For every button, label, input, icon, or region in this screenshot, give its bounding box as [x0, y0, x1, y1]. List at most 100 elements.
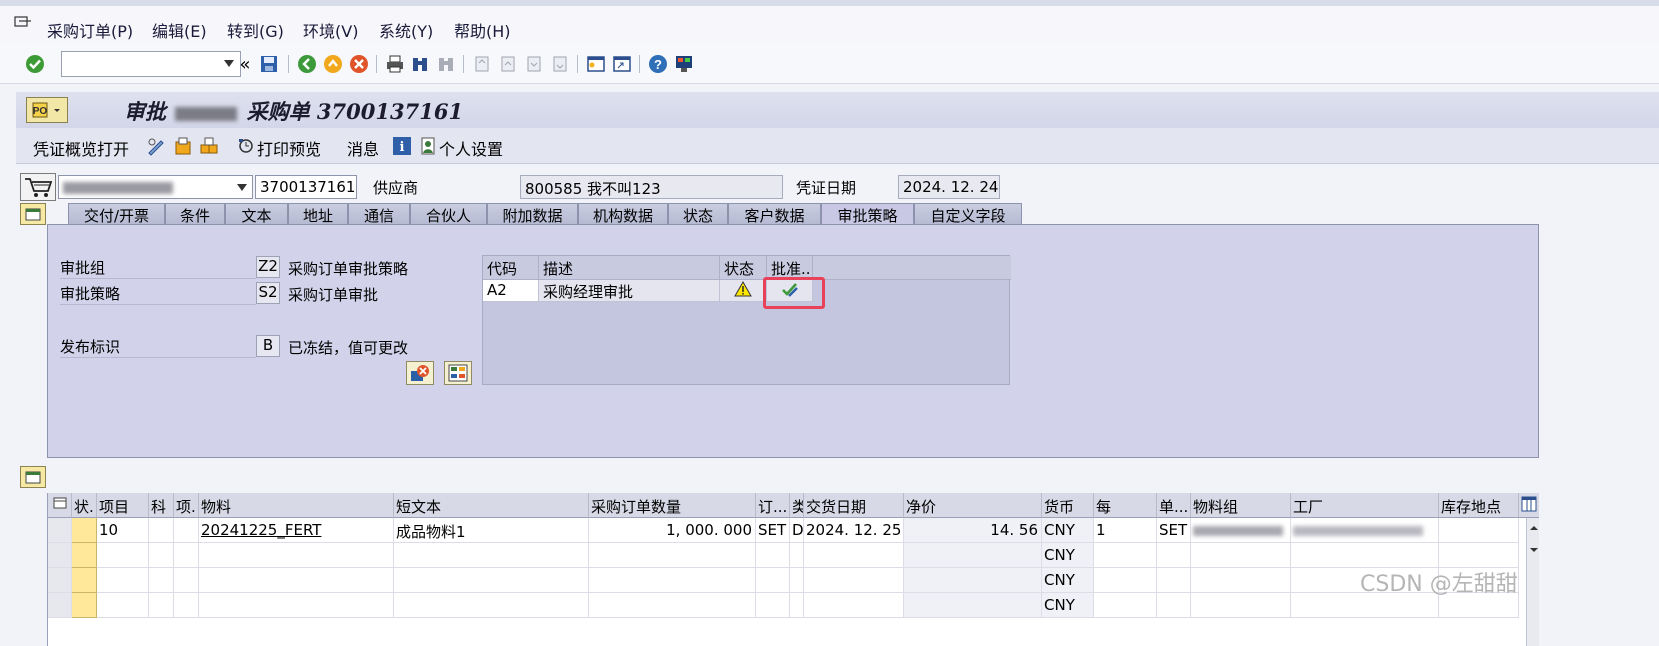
col-header-price-unit[interactable]: 单... — [1157, 493, 1191, 518]
tab-delivery-invoice[interactable]: 交付/开票 — [68, 203, 165, 225]
col-header-currency[interactable]: 货币 — [1042, 493, 1094, 518]
row-selector[interactable] — [48, 518, 72, 543]
menu-edit[interactable]: 编辑(E) — [152, 18, 207, 42]
tab-release-strategy[interactable]: 审批策略 — [821, 203, 914, 225]
find-icon[interactable] — [409, 53, 431, 75]
col-header-item[interactable]: 项目 — [97, 493, 149, 518]
col-header-net-price[interactable]: 净价 — [904, 493, 1042, 518]
currency-cell[interactable]: CNY — [1042, 518, 1094, 543]
help-icon[interactable]: ? — [647, 53, 669, 75]
tab-communication[interactable]: 通信 — [348, 203, 410, 225]
col-header-plant[interactable]: 工厂 — [1291, 493, 1439, 518]
item-number-cell[interactable] — [97, 543, 149, 568]
order-type-select[interactable] — [58, 175, 253, 199]
currency-cell[interactable]: CNY — [1042, 543, 1094, 568]
short-text-cell[interactable]: 成品物料1 — [394, 518, 589, 543]
back-icon[interactable] — [296, 53, 318, 75]
save-icon[interactable] — [258, 53, 280, 75]
col-header-short-text[interactable]: 短文本 — [394, 493, 589, 518]
doc-date-field[interactable]: 2024. 12. 24 — [898, 175, 1000, 199]
expand-header-icon[interactable] — [20, 203, 46, 225]
col-header-account[interactable]: 科 — [149, 493, 174, 518]
edit-display-icon[interactable] — [146, 136, 166, 156]
new-session-icon[interactable] — [585, 53, 607, 75]
col-header-quantity[interactable]: 采购订单数量 — [589, 493, 756, 518]
vertical-scrollbar[interactable] — [1526, 518, 1539, 646]
tab-status[interactable]: 状态 — [668, 203, 728, 225]
tab-partners[interactable]: 合伙人 — [410, 203, 487, 225]
system-menu-icon[interactable] — [14, 16, 32, 30]
cancel-release-icon[interactable] — [406, 361, 434, 385]
column-header-status[interactable]: 状态 — [720, 256, 767, 280]
vendor-field[interactable]: 800585 我不叫123 — [520, 175, 783, 199]
print-icon[interactable] — [384, 53, 406, 75]
currency-cell[interactable]: CNY — [1042, 568, 1094, 593]
material-group-cell[interactable] — [1191, 518, 1291, 543]
release-indicator-field[interactable]: B — [256, 335, 280, 357]
column-header-code[interactable]: 代码 — [483, 256, 539, 280]
chevron-down-icon[interactable] — [224, 60, 234, 67]
tab-custom-fields[interactable]: 自定义字段 — [914, 203, 1022, 225]
enter-icon[interactable] — [24, 53, 46, 75]
tab-texts[interactable]: 文本 — [225, 203, 288, 225]
item-cat-cell[interactable] — [174, 518, 199, 543]
tab-org-data[interactable]: 机构数据 — [578, 203, 668, 225]
row-selector[interactable] — [48, 543, 72, 568]
tab-customer-data[interactable]: 客户数据 — [728, 203, 821, 225]
material-cell[interactable]: 20241225_FERT — [199, 518, 394, 543]
row-selector[interactable] — [48, 593, 72, 618]
cart-icon[interactable] — [20, 173, 56, 201]
menu-purchase-order[interactable]: 采购订单(P) — [47, 18, 133, 42]
tab-conditions[interactable]: 条件 — [165, 203, 225, 225]
row-status-cell[interactable] — [72, 518, 97, 543]
tab-address[interactable]: 地址 — [288, 203, 348, 225]
column-header-description[interactable]: 描述 — [539, 256, 720, 280]
net-price-cell[interactable] — [904, 543, 1042, 568]
tab-additional-data[interactable]: 附加数据 — [487, 203, 578, 225]
other-document-icon[interactable] — [173, 136, 193, 156]
short-text-cell[interactable] — [394, 543, 589, 568]
personal-settings-button[interactable]: 个人设置 — [439, 136, 503, 160]
delivery-date-cell[interactable]: 2024. 12. 25 — [804, 518, 904, 543]
collapse-items-icon[interactable] — [20, 466, 46, 488]
personal-settings-icon[interactable] — [419, 136, 439, 156]
select-all-icon[interactable] — [48, 493, 72, 518]
print-preview-icon[interactable] — [237, 136, 257, 156]
col-header-per[interactable]: 每 — [1094, 493, 1157, 518]
material-cell[interactable] — [199, 543, 394, 568]
menu-goto[interactable]: 转到(G) — [227, 18, 284, 42]
row-status-cell[interactable] — [72, 568, 97, 593]
net-price-cell[interactable]: 14. 56 — [904, 518, 1042, 543]
category-cell[interactable]: D — [790, 518, 804, 543]
messages-button[interactable]: 消息 — [347, 136, 379, 160]
col-header-storage-location[interactable]: 库存地点 — [1439, 493, 1519, 518]
release-prerequisites-icon[interactable] — [444, 361, 472, 385]
col-header-material-group[interactable]: 物料组 — [1191, 493, 1291, 518]
order-unit-cell[interactable]: SET — [756, 518, 790, 543]
price-unit-cell[interactable]: SET — [1157, 518, 1191, 543]
col-header-material[interactable]: 物料 — [199, 493, 394, 518]
row-selector[interactable] — [48, 568, 72, 593]
delivery-date-cell[interactable] — [804, 543, 904, 568]
row-status-cell[interactable] — [72, 593, 97, 618]
quantity-cell[interactable]: 1, 000. 000 — [589, 518, 756, 543]
storage-location-cell[interactable] — [1439, 518, 1519, 543]
col-header-item-cat[interactable]: 项. — [174, 493, 199, 518]
command-input[interactable] — [66, 53, 216, 75]
order-number-field[interactable]: 3700137161 — [255, 175, 357, 199]
item-number-cell[interactable]: 10 — [97, 518, 149, 543]
release-group-field[interactable]: Z2 — [256, 256, 280, 278]
release-code-cell[interactable]: A2 — [483, 280, 539, 302]
plant-cell[interactable] — [1291, 518, 1439, 543]
cancel-icon[interactable] — [348, 53, 370, 75]
col-header-order-unit[interactable]: 订... — [756, 493, 790, 518]
chevron-down-icon[interactable] — [237, 184, 247, 191]
currency-cell[interactable]: CNY — [1042, 593, 1094, 618]
col-header-category[interactable]: 类 — [790, 493, 804, 518]
transaction-menu-icon[interactable]: PO — [26, 97, 68, 123]
per-cell[interactable]: 1 — [1094, 518, 1157, 543]
document-overview-button[interactable]: 凭证概览打开 — [33, 136, 129, 160]
exit-icon[interactable] — [322, 53, 344, 75]
account-cell[interactable] — [149, 518, 174, 543]
shortcut-icon[interactable] — [611, 53, 633, 75]
